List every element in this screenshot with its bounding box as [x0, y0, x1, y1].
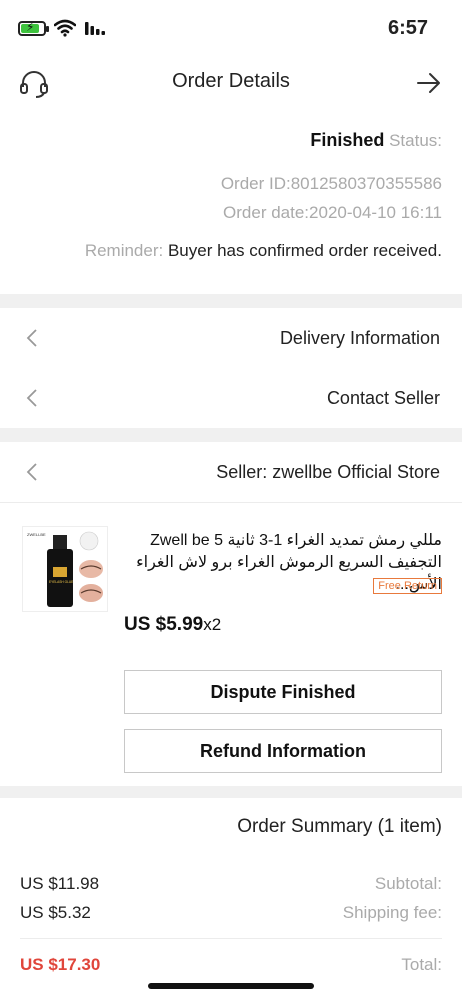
order-summary-title: Order Summary (1 item): [237, 816, 442, 837]
product-image[interactable]: ZWELLBE EYELASH GLUE: [22, 526, 108, 612]
subtotal-value: US $11.98: [20, 874, 100, 893]
section-divider: [0, 428, 462, 442]
page-title: Order Details: [172, 70, 290, 92]
status-icons: ⚡: [18, 19, 106, 37]
signal-icon: [85, 22, 105, 35]
dispute-finished-button[interactable]: Dispute Finished: [124, 670, 442, 714]
battery-icon: ⚡: [18, 20, 49, 36]
delivery-information-label: Delivery Information: [279, 328, 440, 348]
total-label: Total:: [401, 955, 442, 974]
product-price: US $5.99: [124, 614, 204, 635]
chevron-left-icon: [26, 329, 37, 347]
shipping-fee-value: US $5.32: [20, 903, 91, 922]
total-value: US $17.30: [20, 955, 101, 974]
svg-text:ZWELLBE: ZWELLBE: [27, 532, 46, 537]
subtotal-label: Subtotal:: [374, 874, 442, 893]
chevron-left-icon: [26, 463, 37, 481]
svg-text:EYELASH GLUE: EYELASH GLUE: [49, 580, 73, 584]
reminder-text: Buyer has confirmed order received.: [167, 241, 442, 260]
order-status-section: Finished Status: Order ID:80125803703555…: [0, 110, 462, 294]
wifi-icon: [54, 19, 76, 37]
summary-divider: [20, 938, 442, 939]
section-divider: [0, 786, 462, 798]
free-return-badge: Free Return: [373, 578, 442, 594]
reminder-label: Reminder:: [84, 241, 164, 260]
contact-seller-label: Contact Seller: [326, 388, 440, 408]
order-date: Order date:2020-04-10 16:11: [223, 203, 442, 222]
home-indicator[interactable]: [148, 983, 314, 989]
refund-information-button[interactable]: Refund Information: [124, 729, 442, 773]
nav-bar: Order Details: [0, 56, 462, 110]
status-value: Finished: [310, 130, 385, 150]
delivery-information-row[interactable]: Delivery Information: [0, 308, 462, 368]
arrow-right-icon[interactable]: [416, 70, 442, 96]
seller-name: Seller: zwellbe Official Store: [216, 462, 440, 482]
contact-seller-row[interactable]: Contact Seller: [0, 368, 462, 428]
clock: 6:57: [387, 17, 428, 39]
product-quantity: x2: [203, 615, 222, 634]
section-divider: [0, 294, 462, 308]
product-price-row: US $5.99x2: [124, 614, 221, 636]
shipping-fee-label: Shipping fee:: [342, 903, 442, 922]
order-id: Order ID:8012580370355586: [220, 174, 442, 193]
reminder-row: Reminder: Buyer has confirmed order rece…: [85, 241, 442, 261]
seller-row[interactable]: Seller: zwellbe Official Store: [0, 442, 462, 502]
status-bar: ⚡ 6:57: [0, 0, 462, 56]
row-divider: [0, 502, 462, 503]
status-row: Finished Status:: [310, 130, 442, 151]
eyelash-glue-image: ZWELLBE EYELASH GLUE: [23, 527, 107, 611]
status-label: Status:: [389, 131, 442, 150]
chevron-left-icon: [26, 389, 37, 407]
